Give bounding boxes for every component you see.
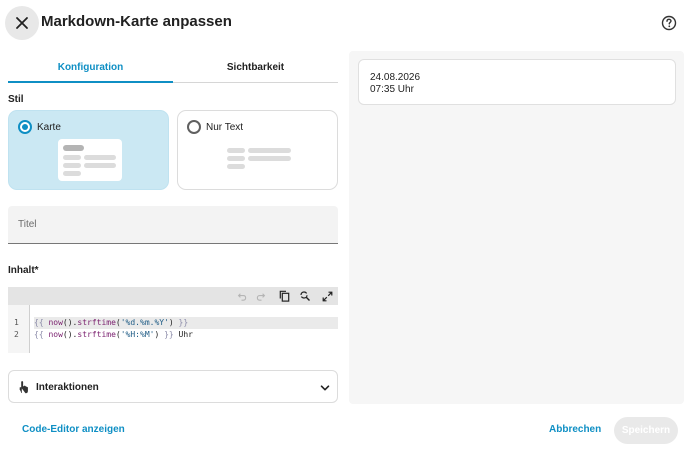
- help-button[interactable]: [659, 13, 679, 33]
- find-replace-icon: [300, 291, 310, 301]
- help-circle-icon: [661, 15, 677, 31]
- markdown-card-preview: 24.08.2026 07:35 Uhr: [358, 59, 676, 105]
- copy-icon: [279, 290, 289, 302]
- card-style-label: Karte: [37, 122, 61, 133]
- tab-configuration[interactable]: Konfiguration: [8, 52, 173, 82]
- line-number: 2: [14, 330, 19, 339]
- text-only-style-radio[interactable]: [187, 120, 201, 134]
- title-input[interactable]: [8, 206, 338, 243]
- style-section-label: Stil: [8, 94, 24, 105]
- line-number: 1: [14, 318, 19, 327]
- style-option-card[interactable]: Karte: [8, 110, 169, 190]
- redo-button[interactable]: [254, 289, 268, 303]
- fullscreen-icon: [322, 291, 332, 301]
- editor-gutter: 1 2: [8, 305, 29, 353]
- interactions-label: Interaktionen: [36, 382, 99, 393]
- card-preview-pane: 24.08.2026 07:35 Uhr: [349, 51, 684, 404]
- card-style-radio[interactable]: [18, 120, 32, 134]
- code-editor[interactable]: 1 2 {{ now().strftime('%d.%m.%Y') }} {{ …: [8, 287, 338, 353]
- card-style-illustration: [58, 139, 122, 181]
- fullscreen-button[interactable]: [320, 289, 334, 303]
- text-only-option-card[interactable]: Nur Text: [177, 110, 338, 190]
- code-line-1[interactable]: {{ now().strftime('%d.%m.%Y') }}: [34, 317, 338, 329]
- tab-bar: Konfiguration Sichtbarkeit: [8, 52, 338, 83]
- code-text: {{ now().strftime('%d.%m.%Y') }}: [34, 318, 189, 327]
- redo-icon: [256, 292, 265, 301]
- hand-pointer-icon: [19, 381, 28, 394]
- dialog-header: Markdown-Karte anpassen: [0, 0, 690, 46]
- cancel-button[interactable]: Abbrechen: [549, 424, 601, 435]
- text-only-style-illustration: [226, 147, 296, 173]
- content-section-label: Inhalt*: [8, 265, 39, 276]
- undo-icon: [237, 292, 246, 301]
- save-button[interactable]: Speichern: [614, 417, 678, 444]
- undo-button[interactable]: [234, 289, 248, 303]
- tab-visibility[interactable]: Sichtbarkeit: [173, 52, 338, 82]
- chevron-down-icon: [320, 385, 330, 391]
- preview-time: 07:35 Uhr: [370, 84, 414, 95]
- dialog-title: Markdown-Karte anpassen: [41, 13, 232, 30]
- title-field[interactable]: [8, 206, 338, 244]
- find-replace-button[interactable]: [298, 289, 312, 303]
- active-tab-indicator: [8, 81, 173, 83]
- preview-date: 24.08.2026: [370, 72, 421, 83]
- interactions-expander[interactable]: Interaktionen: [8, 370, 338, 403]
- text-only-style-label: Nur Text: [206, 122, 244, 133]
- editor-toolbar: [8, 287, 338, 305]
- close-button[interactable]: [5, 6, 39, 40]
- code-line-2[interactable]: {{ now().strftime('%H:%M') }} Uhr: [34, 329, 338, 341]
- copy-button[interactable]: [277, 289, 291, 303]
- show-code-editor-button[interactable]: Code-Editor anzeigen: [22, 424, 125, 435]
- code-area[interactable]: {{ now().strftime('%d.%m.%Y') }} {{ now(…: [29, 305, 338, 353]
- close-icon: [16, 17, 28, 29]
- code-text: {{ now().strftime('%H:%M') }} Uhr: [34, 330, 193, 339]
